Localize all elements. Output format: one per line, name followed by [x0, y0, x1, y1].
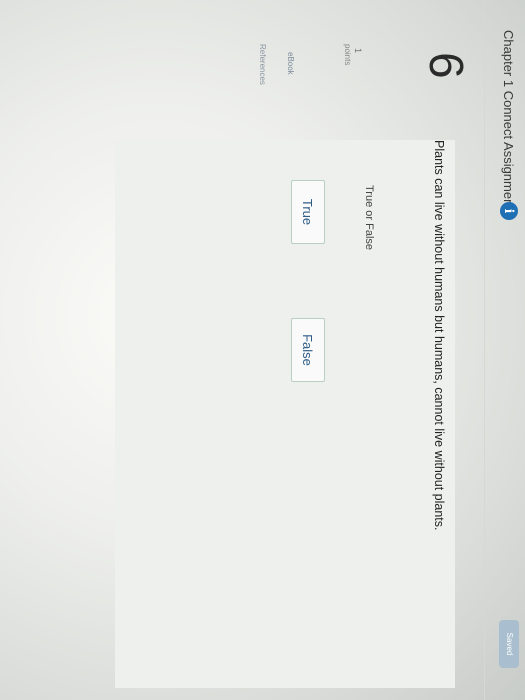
- question-panel: [115, 140, 455, 688]
- photo-background: Chapter 1 Connect Assignment i Saved 6 1…: [0, 0, 525, 700]
- false-answer-button[interactable]: False: [291, 318, 325, 382]
- true-answer-button[interactable]: True: [291, 180, 325, 244]
- saved-status-badge: Saved: [499, 620, 519, 668]
- question-number: 6: [419, 52, 472, 79]
- references-link[interactable]: References: [258, 44, 267, 85]
- assignment-page: Chapter 1 Connect Assignment i Saved 6 1…: [0, 0, 525, 700]
- question-type-label: True or False: [363, 185, 375, 251]
- info-icon[interactable]: i: [500, 202, 518, 220]
- points-label: points: [343, 44, 352, 66]
- points-value: 1: [353, 48, 363, 54]
- assignment-title: Chapter 1 Connect Assignment: [501, 30, 516, 210]
- question-text: Plants can live without humans but human…: [432, 140, 446, 531]
- ebook-link[interactable]: eBook: [286, 52, 295, 75]
- header-bar: Chapter 1 Connect Assignment i Saved: [484, 0, 525, 700]
